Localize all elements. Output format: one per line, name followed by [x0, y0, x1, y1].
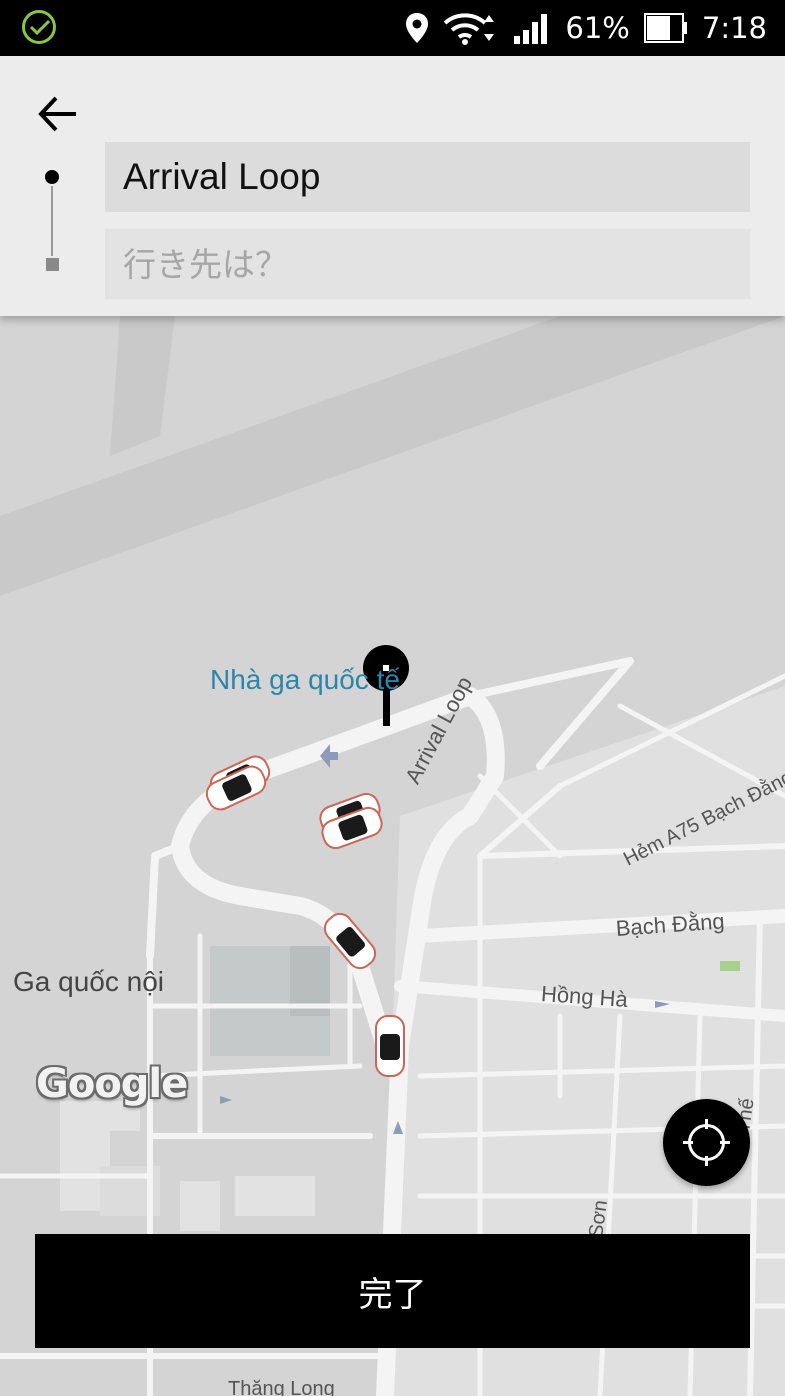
locate-me-button[interactable] — [663, 1099, 750, 1186]
google-logo: Google — [36, 1061, 188, 1107]
map-label-thang: Thăng Long — [228, 1378, 335, 1396]
battery-percent: 61% — [565, 11, 630, 45]
back-button[interactable] — [36, 94, 88, 138]
map-label-domestic-terminal: Ga quốc nội — [13, 966, 164, 997]
back-arrow-icon — [38, 96, 76, 132]
route-connector — [51, 186, 53, 256]
done-button-label: 完了 — [358, 1274, 427, 1315]
done-button[interactable]: 完了 — [35, 1234, 750, 1348]
car-icon — [375, 1015, 405, 1077]
clock: 7:18 — [701, 11, 767, 45]
signal-icon — [514, 14, 548, 44]
poi-international-terminal[interactable]: Nhà ga quốc tế — [210, 664, 400, 696]
location-pin-icon — [406, 13, 429, 43]
destination-square-icon — [46, 258, 59, 271]
destination-input[interactable] — [123, 244, 750, 284]
pickup-value: Arrival Loop — [123, 156, 321, 197]
destination-field[interactable] — [105, 229, 750, 299]
pickup-field[interactable]: Arrival Loop — [105, 142, 750, 212]
wifi-icon — [444, 13, 495, 45]
status-bar: 61% 7:18 — [0, 0, 785, 56]
battery-icon — [643, 13, 687, 43]
route-panel: Arrival Loop — [0, 56, 785, 316]
check-circle-icon — [22, 10, 56, 44]
pickup-dot-icon — [45, 170, 59, 184]
crosshair-icon — [683, 1119, 730, 1166]
